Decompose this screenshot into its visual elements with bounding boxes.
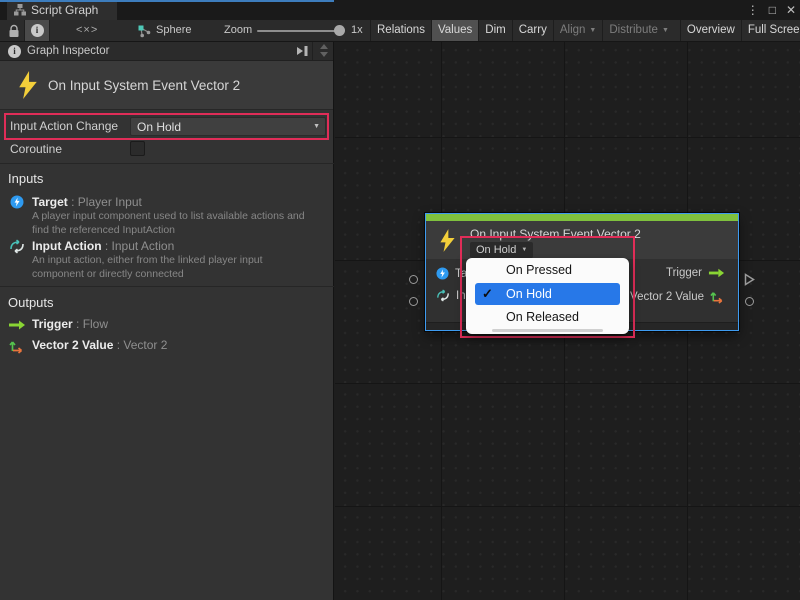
input-action-doc: Input Action : Input Action (32, 239, 174, 253)
output-port-vector2[interactable] (745, 297, 754, 306)
tutorial-highlight-field (4, 113, 329, 140)
info-icon: i (31, 24, 44, 37)
input-action-description: An input action, either from the linked … (32, 254, 314, 281)
check-icon: ✓ (482, 283, 493, 305)
tab-bar: Script Graph ⋮ □ ✕ (0, 0, 800, 20)
relations-button[interactable]: Relations (370, 20, 431, 41)
graph-toolbar: i <×> Sphere Zoom 1x Relations Values Di… (0, 20, 800, 42)
tab-label: Script Graph (31, 3, 98, 17)
divider (0, 286, 334, 287)
hierarchy-icon (14, 4, 26, 16)
code-view-icon[interactable]: <×> (76, 24, 98, 36)
lock-icon[interactable] (8, 24, 20, 38)
distribute-button[interactable]: Distribute▼ (602, 20, 675, 41)
mode-context-menu: On Pressed ✓ On Hold On Released (466, 258, 629, 334)
player-input-icon (10, 195, 24, 209)
inspector-toggle-button[interactable]: i (24, 20, 50, 41)
vector2-icon (9, 338, 25, 354)
inspector-node-title: On Input System Event Vector 2 (48, 78, 240, 93)
dim-button[interactable]: Dim (478, 20, 511, 41)
zoom-label: Zoom (224, 24, 252, 36)
window-controls: ⋮ □ ✕ (747, 0, 796, 20)
input-target-doc: Target : Player Input (32, 195, 142, 209)
inputs-header: Inputs (8, 171, 43, 186)
coroutine-checkbox[interactable] (130, 141, 145, 156)
graph-inspector-title: Graph Inspector (27, 42, 109, 61)
output-trigger-doc: Trigger : Flow (32, 317, 108, 331)
tab-script-graph[interactable]: Script Graph (7, 0, 117, 20)
input-action-icon (9, 239, 25, 254)
event-bolt-icon (17, 71, 39, 99)
unity-script-graph-window: Script Graph ⋮ □ ✕ i <×> Sphere Zoom 1x (0, 0, 800, 600)
input-port-target[interactable] (409, 275, 418, 284)
carry-button[interactable]: Carry (512, 20, 553, 41)
align-button[interactable]: Align▼ (553, 20, 603, 41)
graph-breadcrumb[interactable]: Sphere (156, 24, 191, 36)
zoom-slider-track[interactable] (257, 30, 342, 32)
divider (0, 163, 334, 164)
focused-panel-indicator (0, 0, 334, 2)
trigger-flow-icon (8, 320, 26, 330)
outputs-header: Outputs (8, 295, 54, 310)
menu-scroll-hint (492, 329, 603, 332)
vector2-icon (710, 289, 725, 304)
zoom-slider-handle[interactable] (334, 25, 345, 36)
dock-panel-icon[interactable] (296, 45, 309, 57)
graph-icon (138, 25, 151, 38)
caret-down-icon: ▼ (662, 27, 669, 34)
input-action-icon (436, 289, 450, 302)
selected-node-summary: On Input System Event Vector 2 (0, 61, 333, 110)
output-port-trigger[interactable] (744, 273, 755, 286)
window-menu-icon[interactable]: ⋮ (747, 0, 759, 20)
maximize-icon[interactable]: □ (769, 0, 776, 20)
input-target-description: A player input component used to list av… (32, 210, 314, 237)
port-row-vector2: Vector 2 Value (630, 289, 725, 304)
player-input-icon (436, 267, 449, 280)
output-vector2-doc: Vector 2 Value : Vector 2 (32, 338, 167, 352)
coroutine-label: Coroutine (10, 142, 62, 156)
caret-down-icon: ▼ (589, 27, 596, 34)
separator (312, 42, 313, 61)
graph-inspector-header: i Graph Inspector (0, 42, 333, 61)
menu-item-on-hold[interactable]: ✓ On Hold (475, 283, 620, 305)
event-node-accent-bar (426, 214, 738, 221)
full-screen-button[interactable]: Full Screen (741, 20, 800, 41)
values-button[interactable]: Values (431, 20, 478, 41)
spinner-up-icon[interactable] (320, 44, 328, 49)
menu-item-on-released[interactable]: On Released (466, 305, 629, 329)
close-icon[interactable]: ✕ (786, 0, 796, 20)
overview-button[interactable]: Overview (680, 20, 741, 41)
panel-spinner[interactable] (320, 44, 328, 57)
spinner-down-icon[interactable] (320, 52, 328, 57)
input-port-action[interactable] (409, 297, 418, 306)
info-icon: i (8, 45, 21, 58)
graph-inspector-panel: i Graph Inspector On Input System Event … (0, 42, 334, 600)
port-row-trigger: Trigger (666, 267, 725, 279)
event-bolt-icon (439, 229, 456, 252)
toolbar-button-group: Relations Values Dim Carry Align▼ Distri… (370, 20, 800, 41)
trigger-flow-icon (708, 268, 725, 278)
menu-item-on-pressed[interactable]: On Pressed (466, 258, 629, 282)
zoom-value: 1x (351, 24, 363, 36)
